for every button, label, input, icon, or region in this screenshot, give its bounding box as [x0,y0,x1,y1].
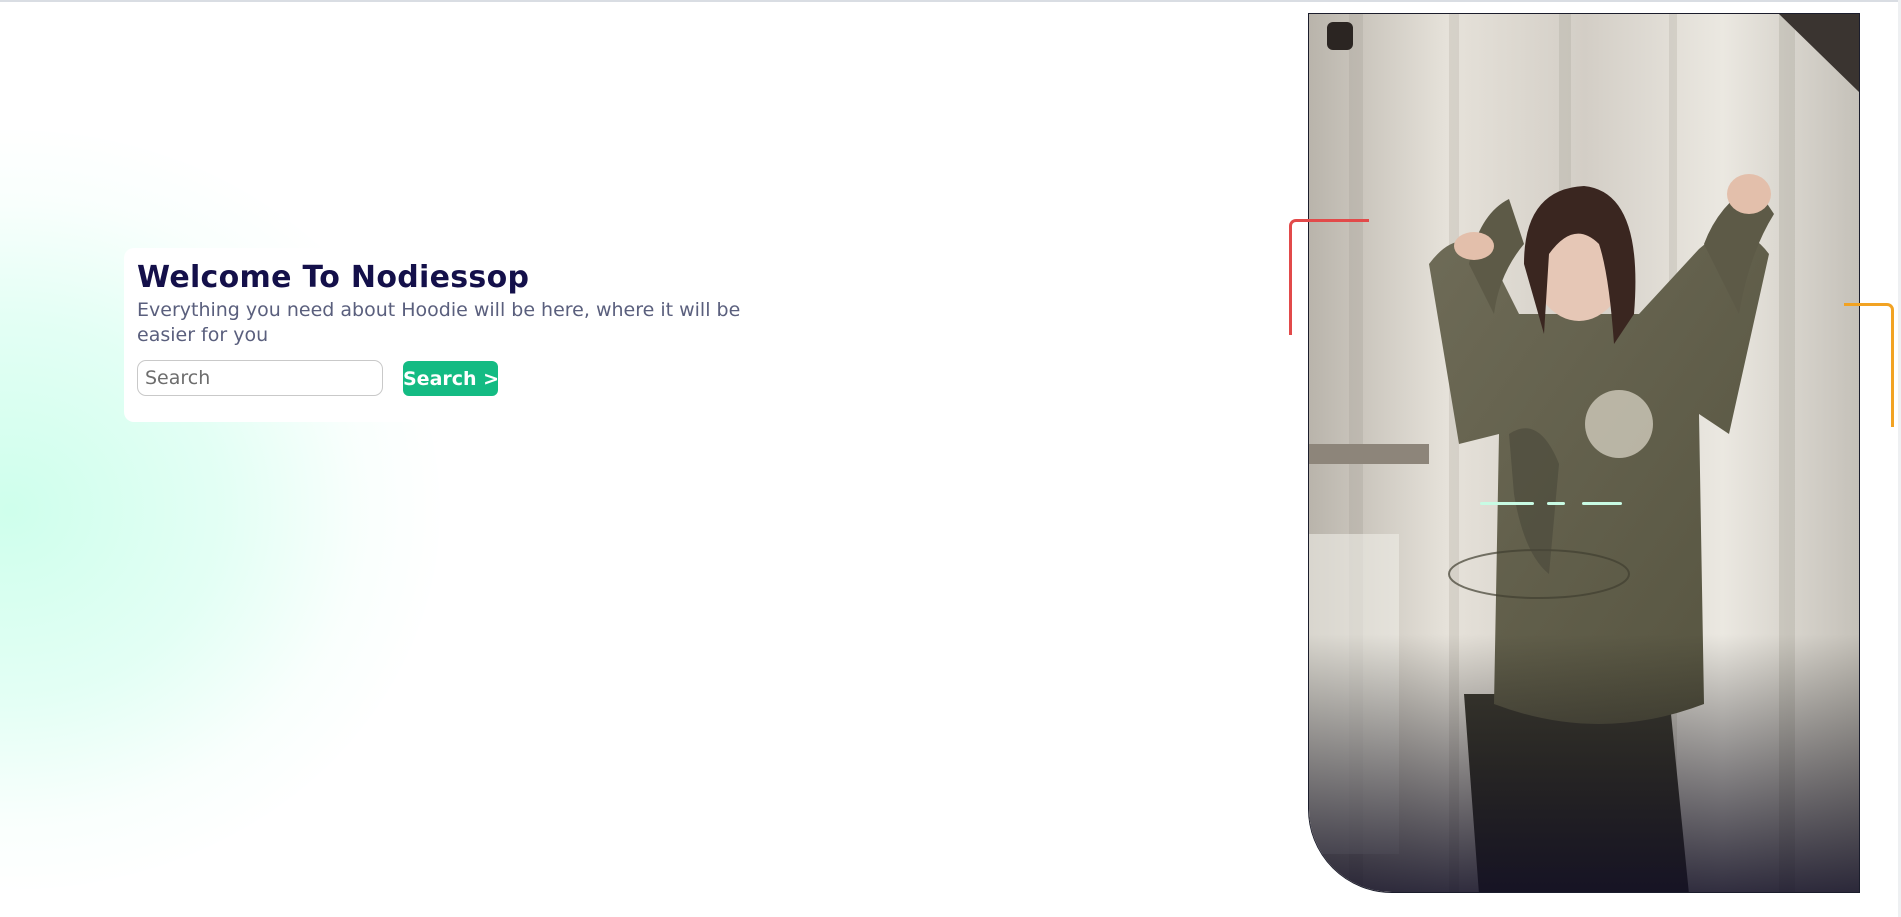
slide-indicator-2[interactable] [1547,502,1565,505]
landing-page: Welcome To Nodiessop Everything you need… [0,0,1901,917]
slide-indicator-3[interactable] [1582,502,1622,505]
page-title: Welcome To Nodiessop [137,260,530,295]
hoodie-model-image [1309,14,1859,892]
background-glow [0,130,440,890]
accent-line-orange [1844,303,1894,427]
top-border [0,0,1901,2]
hero-card: Welcome To Nodiessop Everything you need… [124,248,764,422]
search-button[interactable]: Search > [403,361,499,396]
search-input[interactable] [137,360,383,396]
accent-line-red [1289,219,1369,335]
hero-subtitle: Everything you need about Hoodie will be… [137,299,741,346]
hero-photo [1308,13,1860,893]
slide-indicator-1[interactable] [1480,502,1534,505]
